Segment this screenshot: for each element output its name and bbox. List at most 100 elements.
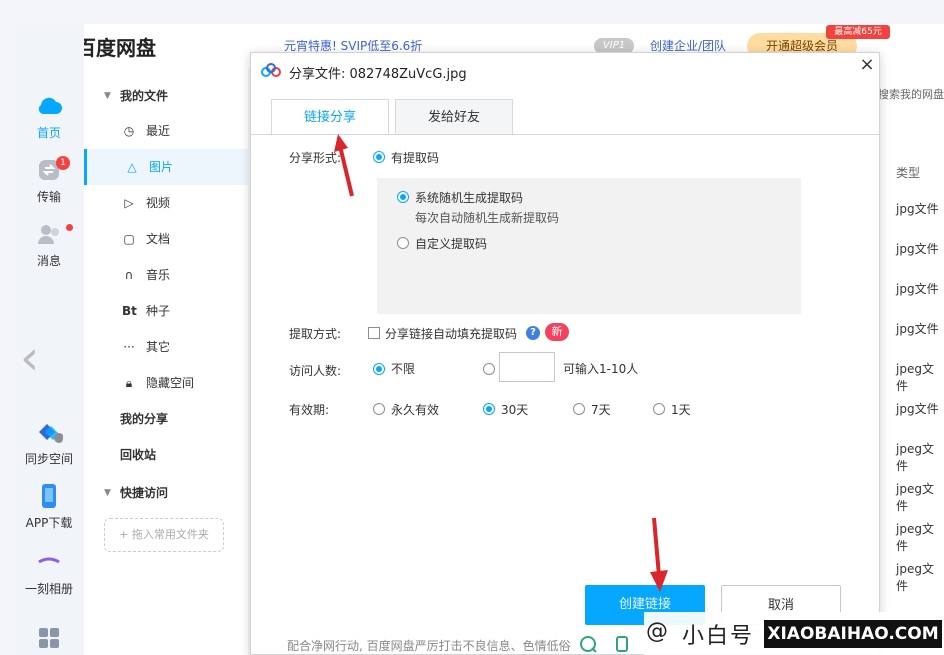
cat-recent[interactable]: ◷ 最近	[84, 113, 248, 149]
cat-hidden-label: 隐藏空间	[146, 376, 195, 390]
copy-icon[interactable]	[612, 634, 632, 654]
album-icon	[38, 557, 60, 564]
file-type-cell: jpeg文件	[896, 562, 934, 593]
new-badge: 新	[545, 323, 569, 341]
watermark-at-icon: @	[646, 619, 668, 644]
visitors-label: 访问人数:	[289, 364, 342, 378]
share-form-radio[interactable]	[373, 151, 385, 163]
help-icon[interactable]: ?	[526, 326, 540, 340]
file-type-cell: jpg文件	[896, 202, 939, 216]
custom-code-label: 自定义提取码	[415, 237, 488, 251]
baidu-netdisk-logo	[261, 63, 281, 77]
more-dots-icon: ···	[123, 340, 135, 354]
cat-recent-label: 最近	[146, 124, 171, 138]
my-files-label: 我的文件	[120, 89, 169, 103]
file-type-cell: jpeg文件	[896, 522, 934, 553]
headphones-icon: ∩	[124, 268, 134, 282]
cat-video-label: 视频	[146, 196, 171, 210]
system-code-hint: 每次自动随机生成新提取码	[415, 211, 560, 225]
visitors-custom-radio[interactable]	[483, 363, 495, 375]
file-type-cell: jpg文件	[896, 282, 939, 296]
fetch-method-label: 提取方式:	[289, 327, 342, 341]
validity-7d-label: 7天	[591, 403, 611, 417]
validity-1d-label: 1天	[671, 403, 691, 417]
phone-icon	[42, 484, 56, 508]
quick-access-section[interactable]: ▼ 快捷访问	[84, 475, 248, 511]
watermark-en: XIAOBAIHAO.COM	[764, 620, 942, 648]
message-dot	[66, 224, 73, 231]
validity-30d-label: 30天	[501, 403, 529, 417]
cat-docs-label: 文档	[146, 232, 171, 246]
annotation-arrow-icon	[334, 134, 354, 197]
message-icon	[38, 225, 59, 244]
my-share-label: 我的分享	[120, 412, 169, 426]
footer-notice: 配合净网行动, 百度网盘严厉打击不良信息、色情低俗	[287, 639, 571, 653]
watermark-cn: 小白号	[682, 624, 755, 649]
validity-forever-label: 永久有效	[391, 403, 440, 417]
autofill-code-checkbox[interactable]	[368, 327, 380, 339]
rail-home-label: 首页	[36, 126, 61, 140]
validity-30d-radio[interactable]	[483, 403, 495, 415]
file-type-cell: jpeg文件	[896, 362, 934, 393]
document-icon: ▢	[123, 232, 135, 246]
qrcode-icon[interactable]	[578, 634, 598, 654]
rail-sync[interactable]: 同步空间	[14, 418, 84, 467]
rail-transfer-label: 传输	[36, 190, 61, 204]
cat-docs[interactable]: ▢ 文档	[84, 221, 248, 257]
quick-access-dropzone[interactable]: + 拖入常用文件夹	[104, 518, 224, 552]
rail-messages[interactable]: 消息	[14, 220, 84, 269]
collapse-chevron-icon[interactable]: ‹	[20, 330, 39, 386]
rail-album[interactable]: 一刻相册	[14, 548, 84, 597]
autofill-code-label: 分享链接自动填充提取码	[385, 327, 518, 341]
bt-icon: Bt	[122, 304, 137, 318]
app-brand: 百度网盘	[76, 36, 156, 60]
system-code-label: 系统随机生成提取码	[415, 191, 524, 205]
search-input[interactable]: 搜索我的网盘	[878, 86, 944, 102]
validity-7d-radio[interactable]	[573, 403, 585, 415]
cat-other-label: 其它	[146, 340, 171, 354]
rail-transfer[interactable]: 传输	[14, 156, 84, 205]
dialog-title: 分享文件: 082748ZuVcG.jpg	[289, 67, 467, 82]
validity-forever-radio[interactable]	[373, 403, 385, 415]
validity-1d-radio[interactable]	[653, 403, 665, 415]
type-column-header[interactable]: 类型	[896, 164, 920, 181]
visitors-count-input[interactable]	[499, 352, 555, 382]
category-sidebar: ▼ 我的文件 ◷ 最近 △ 图片 ▷ 视频 ▢ 文档 ∩ 音乐 Bt 种子 ··…	[84, 68, 248, 655]
caret-down-icon: ▼	[104, 91, 111, 101]
cat-images-label: 图片	[149, 160, 174, 174]
close-icon[interactable]: ×	[857, 55, 877, 75]
cat-hidden[interactable]: 🔒︎ 隐藏空间	[84, 365, 248, 401]
recycle-section[interactable]: 回收站	[84, 437, 248, 473]
visitors-unlimited-radio[interactable]	[373, 363, 385, 375]
cat-torrent[interactable]: Bt 种子	[84, 293, 248, 329]
cat-music[interactable]: ∩ 音乐	[84, 257, 248, 293]
file-type-cell: jpg文件	[896, 402, 939, 416]
clock-icon: ◷	[123, 124, 135, 138]
visitors-unlimited-label: 不限	[391, 362, 416, 376]
system-code-radio[interactable]	[397, 191, 409, 203]
sync-icon	[39, 424, 63, 443]
validity-label: 有效期:	[289, 403, 330, 417]
tab-send-to-friend[interactable]: 发给好友	[395, 99, 513, 135]
file-type-cell: jpeg文件	[896, 482, 934, 513]
image-icon: △	[127, 160, 137, 174]
caret-down-icon: ▼	[104, 488, 111, 498]
rail-messages-label: 消息	[36, 254, 61, 268]
file-type-cell: jpg文件	[896, 322, 939, 336]
my-share-section[interactable]: 我的分享	[84, 401, 248, 437]
quick-access-label: 快捷访问	[120, 486, 169, 500]
discount-tag: 最高减65元	[826, 25, 890, 39]
transfer-count-badge: 1	[56, 156, 70, 170]
share-form-option: 有提取码	[391, 151, 440, 165]
apps-grid-icon[interactable]	[37, 626, 61, 650]
rail-app-download[interactable]: APP下载	[14, 482, 84, 531]
my-files-section[interactable]: ▼ 我的文件	[84, 78, 248, 114]
cat-torrent-label: 种子	[146, 304, 171, 318]
cat-other[interactable]: ··· 其它	[84, 329, 248, 365]
visitors-hint: 可输入1-10人	[563, 362, 639, 376]
rail-home[interactable]: 首页	[14, 92, 84, 141]
rail-album-label: 一刻相册	[24, 582, 73, 596]
cat-images[interactable]: △ 图片	[84, 149, 248, 185]
custom-code-radio[interactable]	[397, 237, 409, 249]
cat-video[interactable]: ▷ 视频	[84, 185, 248, 221]
